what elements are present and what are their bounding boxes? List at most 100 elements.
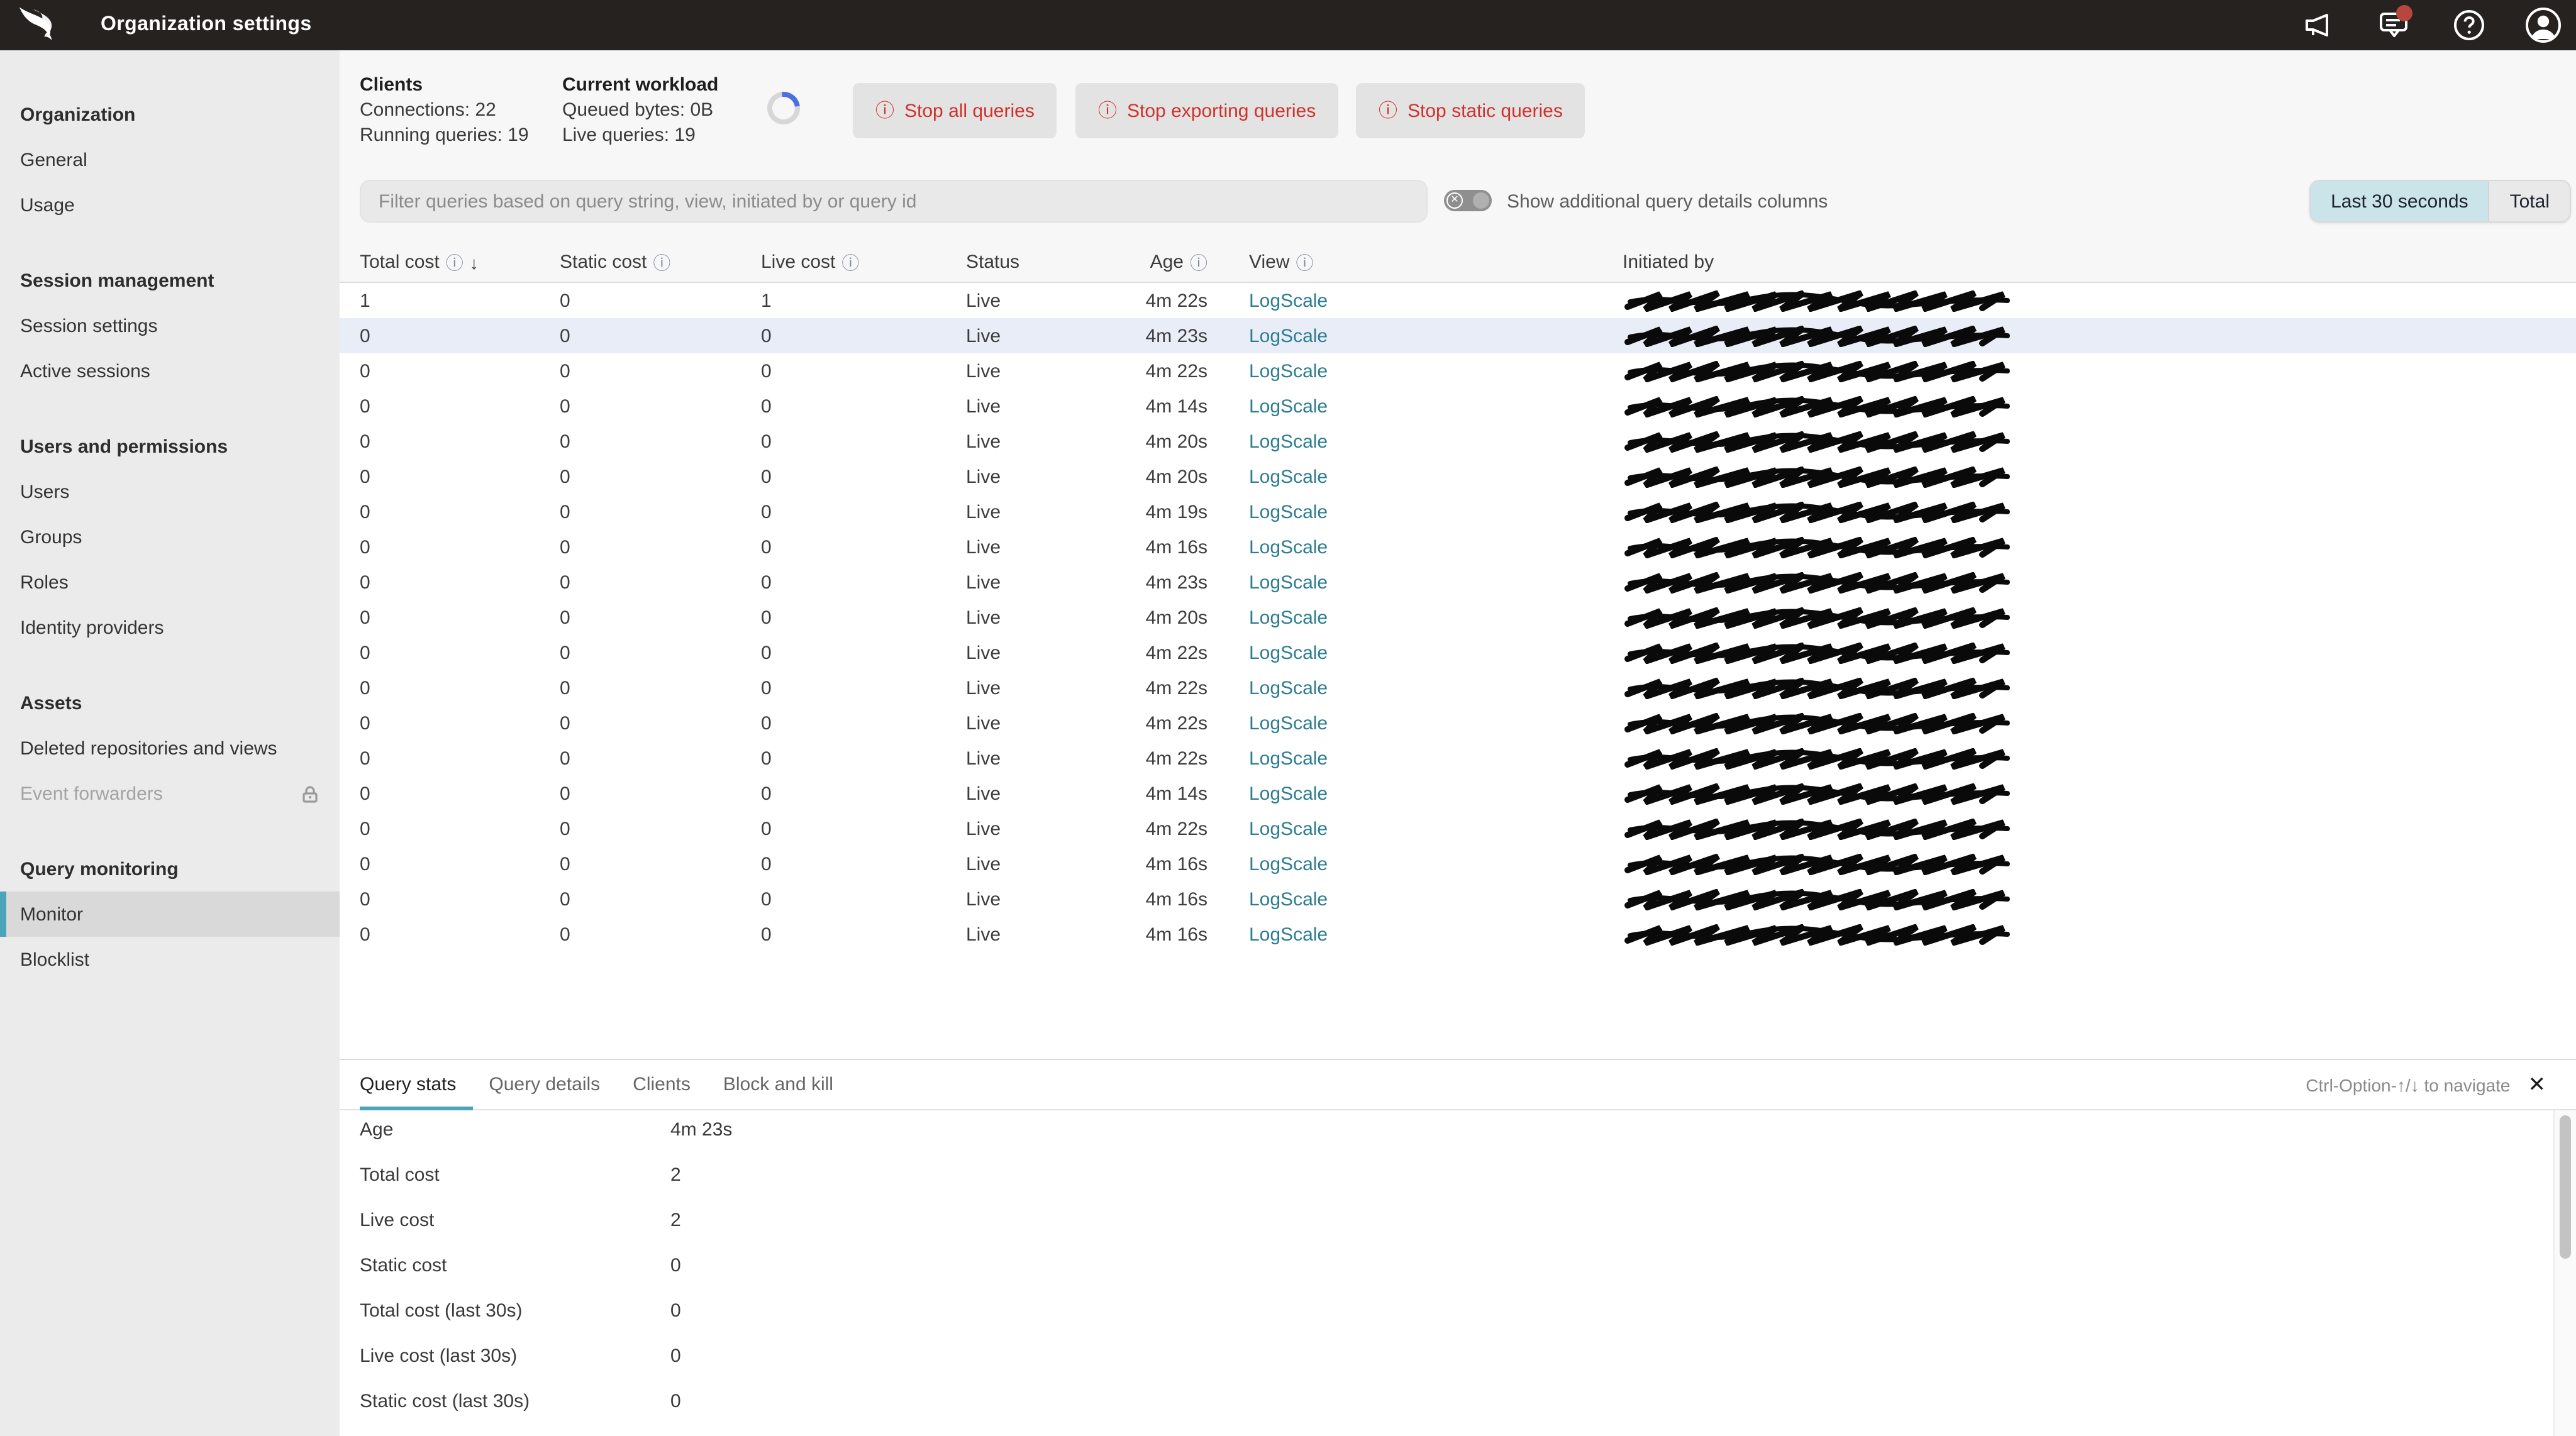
view-link[interactable]: LogScale [1249, 924, 1328, 945]
sidebar-item-session-settings[interactable]: Session settings [0, 303, 340, 348]
sidebar-item-deleted-repositories-and-views[interactable]: Deleted repositories and views [0, 726, 340, 771]
info-icon[interactable]: ⓘ [1296, 250, 1314, 275]
table-row[interactable]: 0 0 0 Live 4m 23s LogScale [340, 318, 2576, 353]
scrollbar-thumb[interactable] [2560, 1115, 2571, 1259]
table-row[interactable]: 0 0 0 Live 4m 16s LogScale [340, 917, 2576, 952]
view-link[interactable]: LogScale [1249, 677, 1328, 699]
view-link[interactable]: LogScale [1249, 712, 1328, 734]
table-row[interactable]: 0 0 0 Live 4m 22s LogScale [340, 635, 2576, 670]
table-row[interactable]: 0 0 0 Live 4m 14s LogScale [340, 389, 2576, 424]
stop-static-queries-button[interactable]: ⓘ Stop static queries [1356, 83, 1585, 138]
view-link[interactable]: LogScale [1249, 888, 1328, 910]
query-table-header: Total cost ⓘ ↓ Static cost ⓘ Live cost ⓘ… [340, 241, 2576, 283]
table-row[interactable]: 0 0 0 Live 4m 22s LogScale [340, 811, 2576, 846]
cell-age: 4m 22s [1145, 290, 1208, 311]
cell-live-cost: 0 [761, 607, 772, 628]
view-link[interactable]: LogScale [1249, 395, 1328, 417]
view-link[interactable]: LogScale [1249, 818, 1328, 839]
view-link[interactable]: LogScale [1249, 360, 1328, 382]
view-link[interactable]: LogScale [1249, 642, 1328, 663]
info-icon[interactable]: ⓘ [446, 250, 464, 275]
table-row[interactable]: 0 0 0 Live 4m 23s LogScale [340, 565, 2576, 600]
column-header-view[interactable]: View ⓘ [1208, 250, 1551, 275]
sidebar-item-label: General [20, 149, 87, 170]
view-link[interactable]: LogScale [1249, 431, 1328, 452]
account-icon[interactable] [2524, 6, 2562, 44]
query-filter-input[interactable] [360, 180, 1428, 223]
close-icon[interactable]: ✕ [2528, 1074, 2546, 1095]
sidebar-item-users[interactable]: Users [0, 469, 340, 514]
view-link[interactable]: LogScale [1249, 536, 1328, 558]
table-row[interactable]: 0 0 0 Live 4m 19s LogScale [340, 494, 2576, 529]
tab-query-details[interactable]: Query details [472, 1059, 616, 1110]
tab-query-stats[interactable]: Query stats [360, 1059, 472, 1110]
table-row[interactable]: 0 0 0 Live 4m 16s LogScale [340, 846, 2576, 881]
sidebar-item-active-sessions[interactable]: Active sessions [0, 348, 340, 394]
stop-exporting-queries-button[interactable]: ⓘ Stop exporting queries [1075, 83, 1339, 138]
cell-total-cost: 0 [360, 924, 370, 945]
table-row[interactable]: 0 0 0 Live 4m 16s LogScale [340, 881, 2576, 917]
tab-block-and-kill[interactable]: Block and kill [707, 1059, 850, 1110]
table-row[interactable]: 0 0 0 Live 4m 22s LogScale [340, 705, 2576, 741]
info-icon[interactable]: ⓘ [841, 250, 859, 275]
view-link[interactable]: LogScale [1249, 783, 1328, 804]
sidebar-section-query-monitoring: Query monitoring [20, 858, 179, 880]
column-header-total-cost[interactable]: Total cost ⓘ ↓ [360, 250, 560, 275]
column-header-initiated-by[interactable]: Initiated by [1551, 251, 2576, 273]
table-row[interactable]: 0 0 0 Live 4m 20s LogScale [340, 424, 2576, 459]
info-icon[interactable]: ⓘ [1190, 250, 1208, 275]
cell-view: LogScale [1208, 748, 1551, 769]
additional-columns-toggle[interactable]: ✕ [1444, 190, 1492, 211]
megaphone-icon[interactable] [2301, 9, 2333, 41]
table-row[interactable]: 0 0 0 Live 4m 22s LogScale [340, 353, 2576, 389]
view-link[interactable]: LogScale [1249, 607, 1328, 628]
view-link[interactable]: LogScale [1249, 572, 1328, 593]
view-link[interactable]: LogScale [1249, 290, 1328, 311]
sidebar-item-usage[interactable]: Usage [0, 182, 340, 228]
info-icon[interactable]: ⓘ [653, 250, 670, 275]
stat-value: 0 [670, 1390, 681, 1411]
table-row[interactable]: 0 0 0 Live 4m 20s LogScale [340, 600, 2576, 635]
column-header-live-cost[interactable]: Live cost ⓘ [761, 250, 966, 275]
cell-live-cost: 0 [761, 325, 772, 346]
table-row[interactable]: 1 0 1 Live 4m 22s LogScale [340, 283, 2576, 318]
column-header-status[interactable]: Status [966, 251, 1132, 273]
detail-panel-scrollbar[interactable] [2553, 1110, 2576, 1436]
clients-running-queries: Running queries: 19 [360, 124, 529, 146]
sidebar-item-roles[interactable]: Roles [0, 560, 340, 605]
crowdstrike-logo-icon[interactable] [18, 6, 63, 44]
table-row[interactable]: 0 0 0 Live 4m 14s LogScale [340, 776, 2576, 811]
table-row[interactable]: 0 0 0 Live 4m 20s LogScale [340, 459, 2576, 494]
cell-initiated-by [1551, 572, 2576, 593]
help-icon[interactable] [2453, 9, 2485, 41]
sidebar-item-general[interactable]: General [0, 137, 340, 182]
stop-all-queries-button[interactable]: ⓘ Stop all queries [853, 83, 1057, 138]
sidebar-item-groups[interactable]: Groups [0, 514, 340, 560]
view-link[interactable]: LogScale [1249, 501, 1328, 522]
view-link[interactable]: LogScale [1249, 748, 1328, 769]
column-header-static-cost[interactable]: Static cost ⓘ [560, 250, 761, 275]
view-link[interactable]: LogScale [1249, 466, 1328, 487]
range-option-last-30-seconds[interactable]: Last 30 seconds [2311, 181, 2489, 221]
cell-total-cost: 0 [360, 888, 370, 910]
view-link[interactable]: LogScale [1249, 325, 1328, 346]
cell-view: LogScale [1208, 325, 1551, 346]
sidebar-item-event-forwarders[interactable]: Event forwarders [0, 771, 340, 816]
table-row[interactable]: 0 0 0 Live 4m 22s LogScale [340, 670, 2576, 705]
additional-columns-toggle-label: Show additional query details columns [1507, 191, 1828, 213]
sidebar-item-blocklist[interactable]: Blocklist [0, 937, 340, 982]
sidebar-item-monitor[interactable]: Monitor [0, 892, 340, 937]
cell-age: 4m 16s [1145, 924, 1208, 945]
tab-clients[interactable]: Clients [616, 1059, 707, 1110]
cell-status: Live [966, 466, 1001, 487]
table-row[interactable]: 0 0 0 Live 4m 22s LogScale [340, 741, 2576, 776]
sidebar-item-identity-providers[interactable]: Identity providers [0, 605, 340, 650]
sidebar-section-users-and-permissions: Users and permissions [20, 436, 228, 457]
range-option-total[interactable]: Total [2488, 181, 2570, 221]
view-link[interactable]: LogScale [1249, 853, 1328, 875]
column-header-age[interactable]: Age ⓘ [1132, 250, 1208, 275]
table-row[interactable]: 0 0 0 Live 4m 16s LogScale [340, 529, 2576, 565]
cell-status: Live [966, 888, 1001, 910]
query-stats-list: Age 4m 23s Total cost 2 Live cost 2 Static cos… [360, 1107, 2501, 1423]
redacted-scribble [1623, 607, 2015, 628]
